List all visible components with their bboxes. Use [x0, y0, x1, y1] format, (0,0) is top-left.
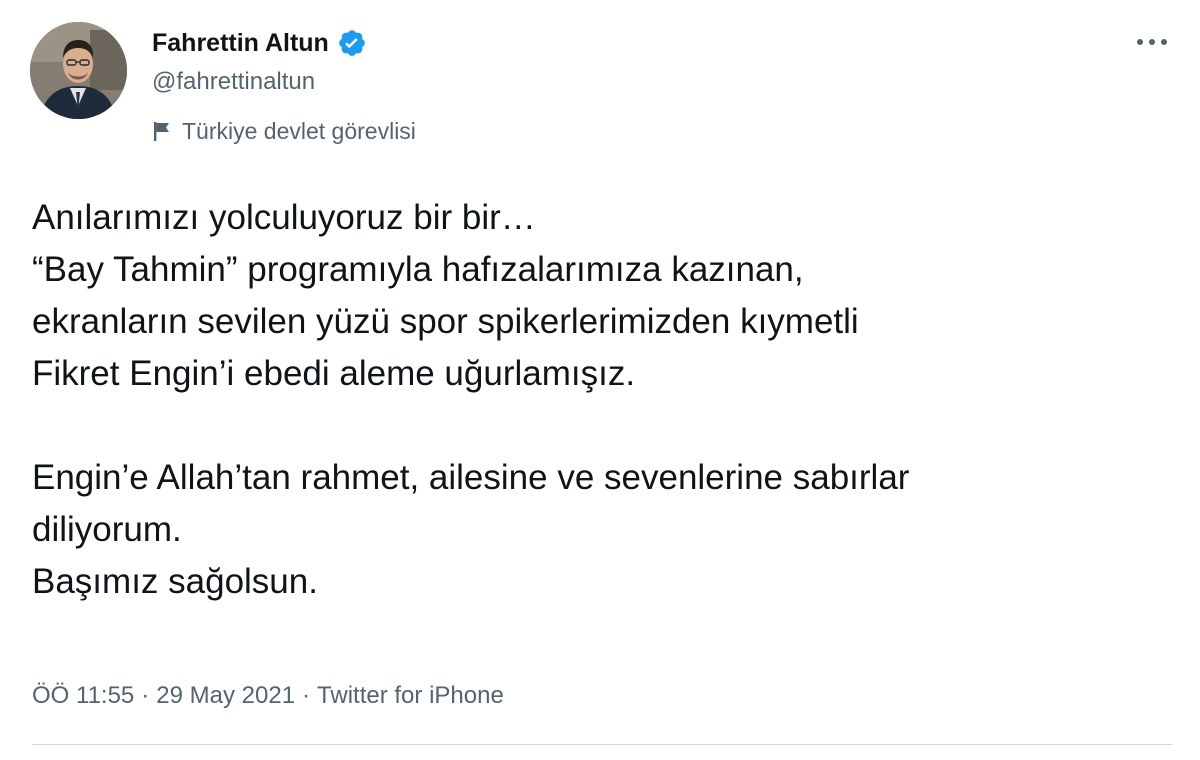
tweet-date[interactable]: 29 May 2021 [156, 682, 295, 710]
verified-badge-icon [337, 28, 367, 58]
government-label-text: Türkiye devlet görevlisi [182, 117, 416, 144]
tweet-text-line: Başımız sağolsun. [32, 562, 318, 601]
more-options-button[interactable] [1132, 28, 1172, 56]
meta-separator: · [141, 682, 150, 709]
author-display-name[interactable]: Fahrettin Altun [152, 29, 329, 58]
tweet-time[interactable]: ÖÖ 11:55 [32, 682, 134, 710]
author-handle[interactable]: @fahrettinaltun [152, 68, 315, 96]
tweet-meta: ÖÖ 11:55 · 29 May 2021 · Twitter for iPh… [32, 676, 504, 716]
tweet-text-line: Fikret Engin’i ebedi aleme uğurlamışız. [32, 354, 636, 393]
tweet-text-line: ekranların sevilen yüzü spor spikerlerim… [32, 302, 859, 341]
tweet-text-line: diliyorum. [32, 510, 182, 549]
meta-separator: · [302, 682, 311, 709]
avatar[interactable] [30, 22, 127, 119]
tweet-text-line: Anılarımızı yolculuyoruz bir bir… [32, 198, 536, 237]
tweet-text-line: Engin’e Allah’tan rahmet, ailesine ve se… [32, 458, 910, 497]
tweet-text-line: “Bay Tahmin” programıyla hafızalarımıza … [32, 250, 804, 289]
government-label[interactable]: Türkiye devlet görevlisi [152, 114, 416, 148]
tweet-card: Fahrettin Altun @fahrettinaltun Türkiye … [0, 0, 1200, 760]
tweet-source[interactable]: Twitter for iPhone [317, 682, 504, 710]
avatar-image [30, 22, 127, 119]
divider [32, 744, 1172, 745]
author-name-row: Fahrettin Altun [152, 24, 367, 62]
tweet-text: Anılarımızı yolculuyoruz bir bir… “Bay T… [32, 192, 1182, 608]
more-dots-icon [1137, 39, 1167, 45]
flag-icon [152, 119, 172, 143]
